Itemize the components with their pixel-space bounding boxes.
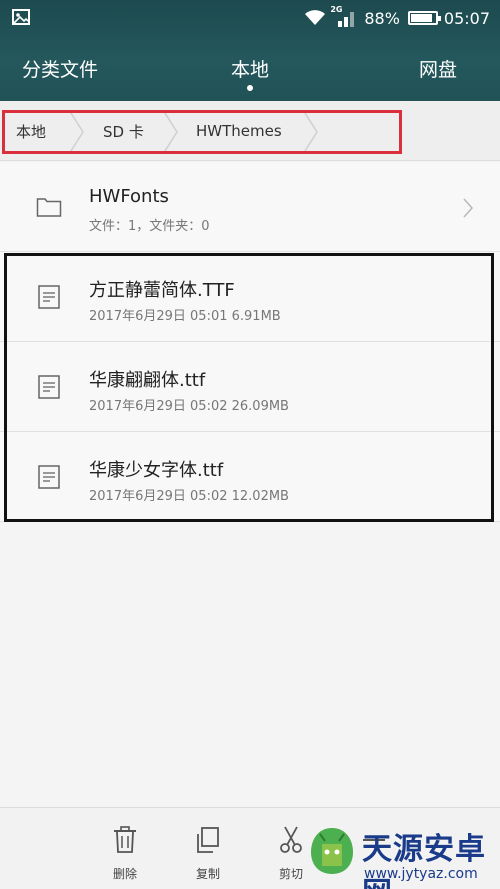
wifi-icon (305, 10, 326, 25)
tab-categories[interactable]: 分类文件 (22, 55, 98, 82)
battery-fill (410, 14, 432, 22)
chevron-right-icon (463, 198, 474, 218)
battery-percent: 88% (364, 8, 400, 28)
folder-row[interactable]: HWFonts 文件：1，文件夹：0 (0, 162, 500, 252)
delete-label: 删除 (112, 867, 137, 881)
network-type: 2G (330, 5, 343, 14)
breadcrumb-annotation-box (2, 110, 402, 154)
tab-cloud[interactable]: 网盘 (419, 55, 457, 82)
battery-icon (407, 11, 441, 25)
folder-name: HWFonts (89, 186, 169, 207)
delete-button[interactable]: 删除 (95, 808, 155, 889)
watermark-logo-icon (311, 828, 353, 874)
signal-icon: 2G (330, 5, 358, 27)
files-annotation-box (4, 253, 494, 522)
copy-label: 复制 (195, 867, 220, 881)
tab-local[interactable]: 本地 (231, 55, 269, 82)
tab-bar: 分类文件 本地 网盘 (0, 50, 500, 91)
folder-icon (36, 198, 62, 217)
image-notification-icon (12, 9, 30, 25)
copy-button[interactable]: 复制 (178, 808, 238, 889)
status-right-group: 2G 88% 05:07 (304, 5, 490, 30)
folder-meta: 文件：1，文件夹：0 (89, 219, 210, 234)
clock: 05:07 (443, 8, 490, 28)
watermark-url: www.jytyaz.com (364, 866, 478, 882)
active-tab-indicator (247, 85, 253, 91)
watermark: 天源安卓网 www.jytyaz.com (300, 822, 500, 889)
trash-icon (114, 826, 136, 853)
top-app-bar: 2G 88% 05:07 分类文件 本地 网盘 (0, 0, 500, 101)
copy-icon (197, 827, 219, 853)
status-bar: 2G 88% 05:07 (0, 0, 500, 36)
